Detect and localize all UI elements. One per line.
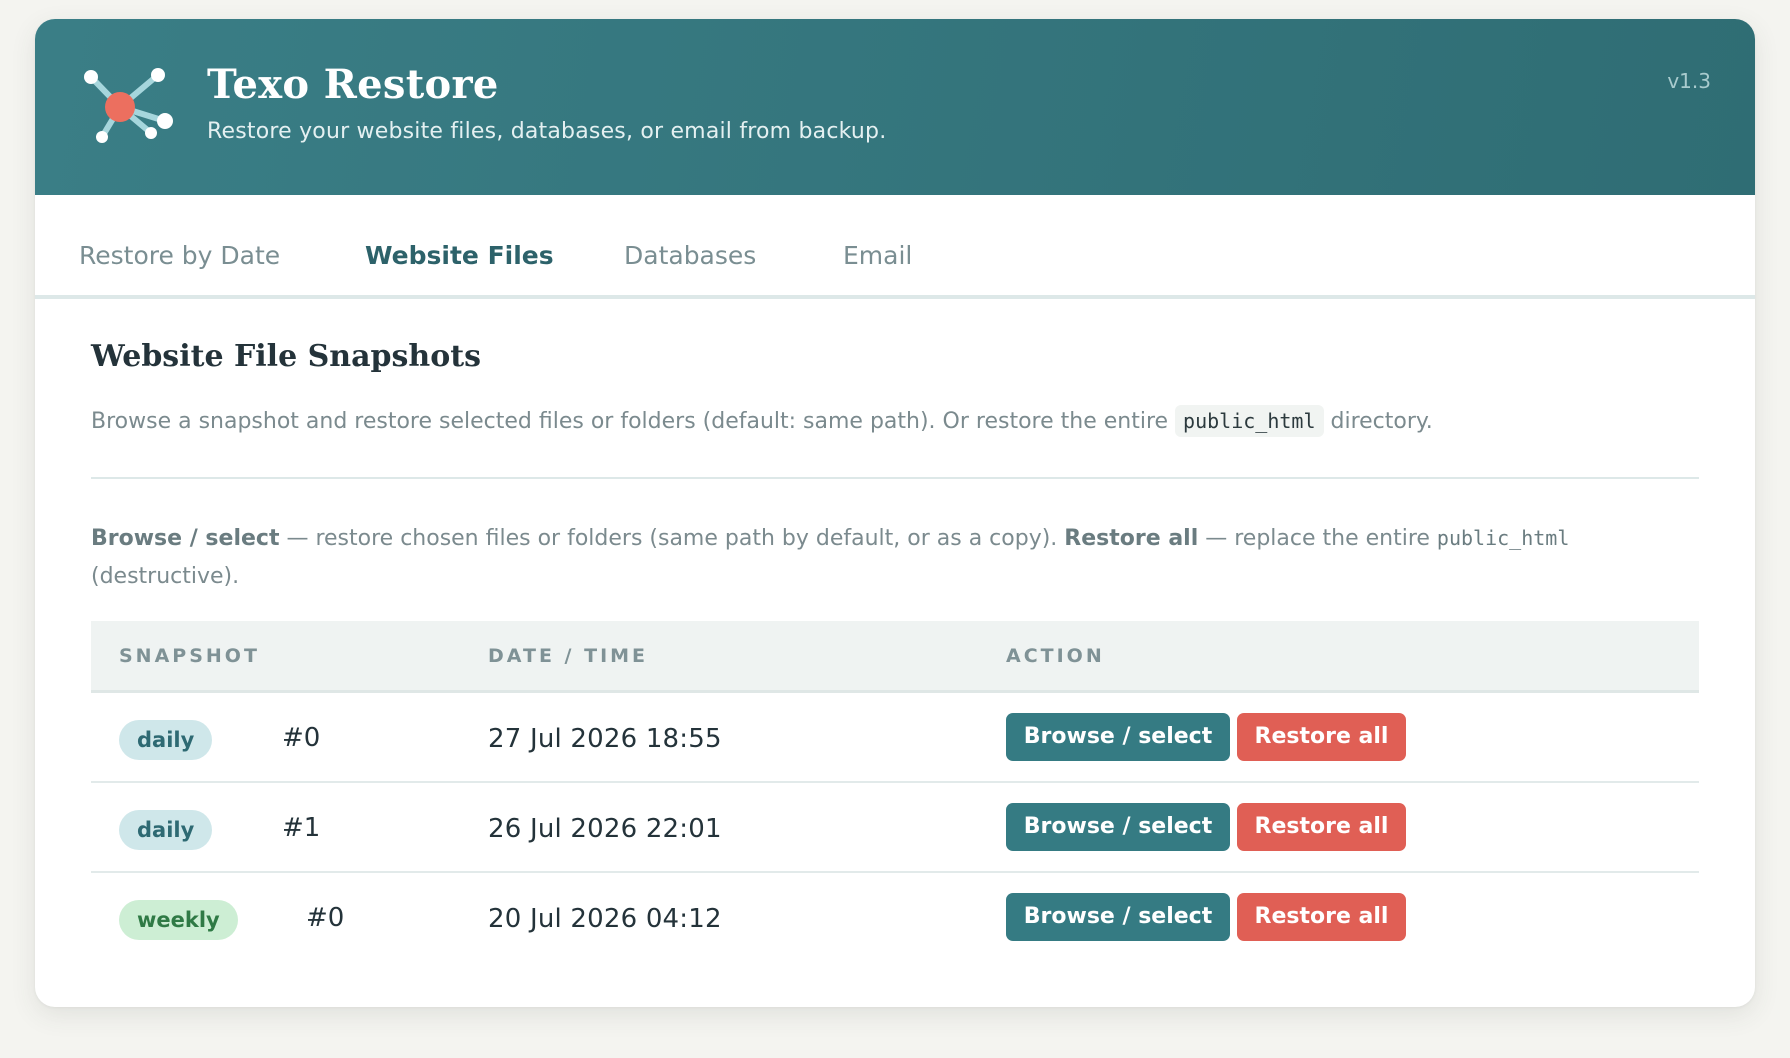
browse-select-button[interactable]: Browse / select bbox=[1006, 713, 1230, 761]
hint-path-code: public_html bbox=[1436, 526, 1570, 550]
restore-all-button[interactable]: Restore all bbox=[1237, 803, 1406, 851]
section-desc-text: Browse a snapshot and restore selected f… bbox=[91, 409, 1176, 434]
section-description: Browse a snapshot and restore selected f… bbox=[91, 404, 1433, 439]
snapshot-type-badge: daily bbox=[119, 810, 213, 850]
tab-databases[interactable]: Databases bbox=[624, 241, 756, 270]
snapshot-table: SNAPSHOT DATE / TIME ACTION daily #0 27 … bbox=[91, 621, 1699, 963]
hint-browse-label: Browse / select bbox=[91, 526, 280, 551]
table-row: weekly #0 20 Jul 2026 04:12 Browse / sel… bbox=[91, 873, 1699, 963]
tab-website-files[interactable]: Website Files bbox=[365, 241, 554, 270]
snapshot-number: #0 bbox=[282, 723, 321, 753]
browse-select-button[interactable]: Browse / select bbox=[1006, 803, 1230, 851]
snapshot-datetime: 26 Jul 2026 22:01 bbox=[488, 814, 722, 844]
snapshot-type-badge: weekly bbox=[119, 900, 238, 940]
snapshot-datetime: 20 Jul 2026 04:12 bbox=[488, 904, 722, 934]
path-code: public_html bbox=[1175, 405, 1324, 437]
section-desc-tail: directory. bbox=[1323, 409, 1433, 434]
hint-restore-tail: (destructive). bbox=[91, 564, 240, 589]
app-card: Texo Restore Restore your website files,… bbox=[35, 19, 1755, 1007]
hint-restore-text: — replace the entire bbox=[1198, 526, 1437, 551]
hint-browse-text: — restore chosen files or folders (same … bbox=[279, 526, 1065, 551]
divider bbox=[91, 477, 1699, 479]
tab-bar: Restore by Date Website Files Databases … bbox=[35, 195, 1755, 299]
restore-all-button[interactable]: Restore all bbox=[1237, 893, 1406, 941]
browse-select-button[interactable]: Browse / select bbox=[1006, 893, 1230, 941]
table-row: daily #0 27 Jul 2026 18:55 Browse / sele… bbox=[91, 693, 1699, 783]
table-header: SNAPSHOT DATE / TIME ACTION bbox=[91, 621, 1699, 693]
table-row: daily #1 26 Jul 2026 22:01 Browse / sele… bbox=[91, 783, 1699, 873]
snapshot-number: #1 bbox=[282, 813, 321, 843]
snapshot-number: #0 bbox=[306, 903, 345, 933]
version-label: v1.3 bbox=[1667, 69, 1711, 93]
app-subtitle: Restore your website files, databases, o… bbox=[207, 119, 887, 144]
header-snapshot: SNAPSHOT bbox=[119, 645, 260, 667]
hint-restore-label: Restore all bbox=[1064, 526, 1199, 551]
app-title: Texo Restore bbox=[207, 61, 499, 108]
header-date-time: DATE / TIME bbox=[488, 645, 649, 667]
app-header: Texo Restore Restore your website files,… bbox=[35, 19, 1755, 195]
actions-hint: Browse / select — restore chosen files o… bbox=[91, 519, 1691, 596]
restore-all-button[interactable]: Restore all bbox=[1237, 713, 1406, 761]
tab-restore-by-date[interactable]: Restore by Date bbox=[79, 241, 280, 270]
network-hub-icon bbox=[84, 68, 173, 143]
tab-email[interactable]: Email bbox=[843, 241, 912, 270]
snapshot-type-badge: daily bbox=[119, 720, 213, 760]
snapshot-datetime: 27 Jul 2026 18:55 bbox=[488, 724, 722, 754]
header-action: ACTION bbox=[1006, 645, 1105, 667]
section-title: Website File Snapshots bbox=[91, 339, 481, 374]
